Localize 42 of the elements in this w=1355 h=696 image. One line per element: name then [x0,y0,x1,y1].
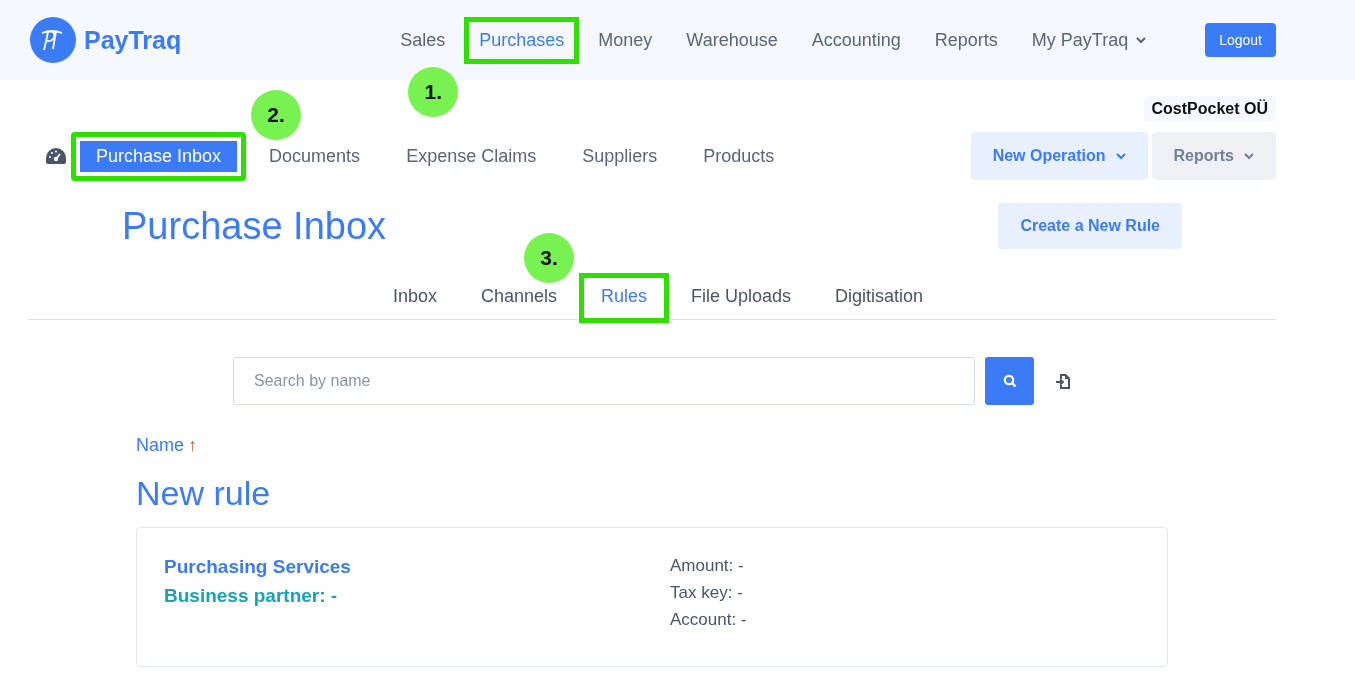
sort-link[interactable]: Name [136,435,184,456]
step-badge: 3. [524,233,574,283]
tab[interactable]: File Uploads [669,273,814,323]
tab[interactable]: Inbox [370,273,459,323]
dropdown-button[interactable]: Reports [1151,132,1276,180]
step-badge: 2. [251,89,301,140]
nav-link[interactable]: Sales [385,16,461,64]
nav-link[interactable]: Warehouse [671,16,793,64]
section-tab[interactable]: Purchase Inbox [71,131,247,181]
section-tab[interactable]: Expense Claims [383,131,560,181]
logo-text: PayTraq [84,25,182,55]
create-rule-button[interactable]: Create a New Rule [998,203,1182,249]
rule-name[interactable]: Purchasing Services [164,556,670,578]
chevron-icon [1115,152,1126,160]
search-button[interactable] [985,357,1034,405]
section-tab[interactable]: Products [680,131,798,181]
tab[interactable]: Rules [579,273,669,323]
section-tab[interactable]: Suppliers [559,131,681,181]
group-title: New rule [136,474,272,513]
step-badge: 1. [408,66,459,117]
search-field[interactable]: Search by name [233,357,975,405]
nav-link[interactable]: My PayTraq [1016,16,1162,64]
import-icon[interactable] [1055,372,1071,390]
nav-link[interactable]: Reports [919,16,1013,64]
company-badge: CostPocket OÜ [1143,96,1276,122]
rule-detail: Amount: - [670,556,745,576]
rule-detail: Tax key: - [670,583,744,603]
rule-card[interactable]: Purchasing Services Business partner: - Amount: - Tax key: - Account: - [136,527,1168,667]
nav-link[interactable]: Purchases [464,16,580,64]
business-partner: Business partner: - [164,585,339,607]
dashboard-icon[interactable] [45,147,67,165]
search-icon [1002,374,1017,388]
logout-button[interactable]: Logout [1205,23,1276,57]
logo-icon [30,17,76,63]
dropdown-button[interactable]: New Operation [970,132,1148,180]
nav-link[interactable]: Accounting [796,16,916,64]
chevron-icon [1244,152,1254,160]
nav-link[interactable]: Money [583,16,668,64]
sort-arrow: ↑ [188,435,197,456]
tab[interactable]: Digitisation [813,273,946,323]
rule-detail: Account: - [670,610,747,630]
page-title: Purchase Inbox [122,204,387,248]
